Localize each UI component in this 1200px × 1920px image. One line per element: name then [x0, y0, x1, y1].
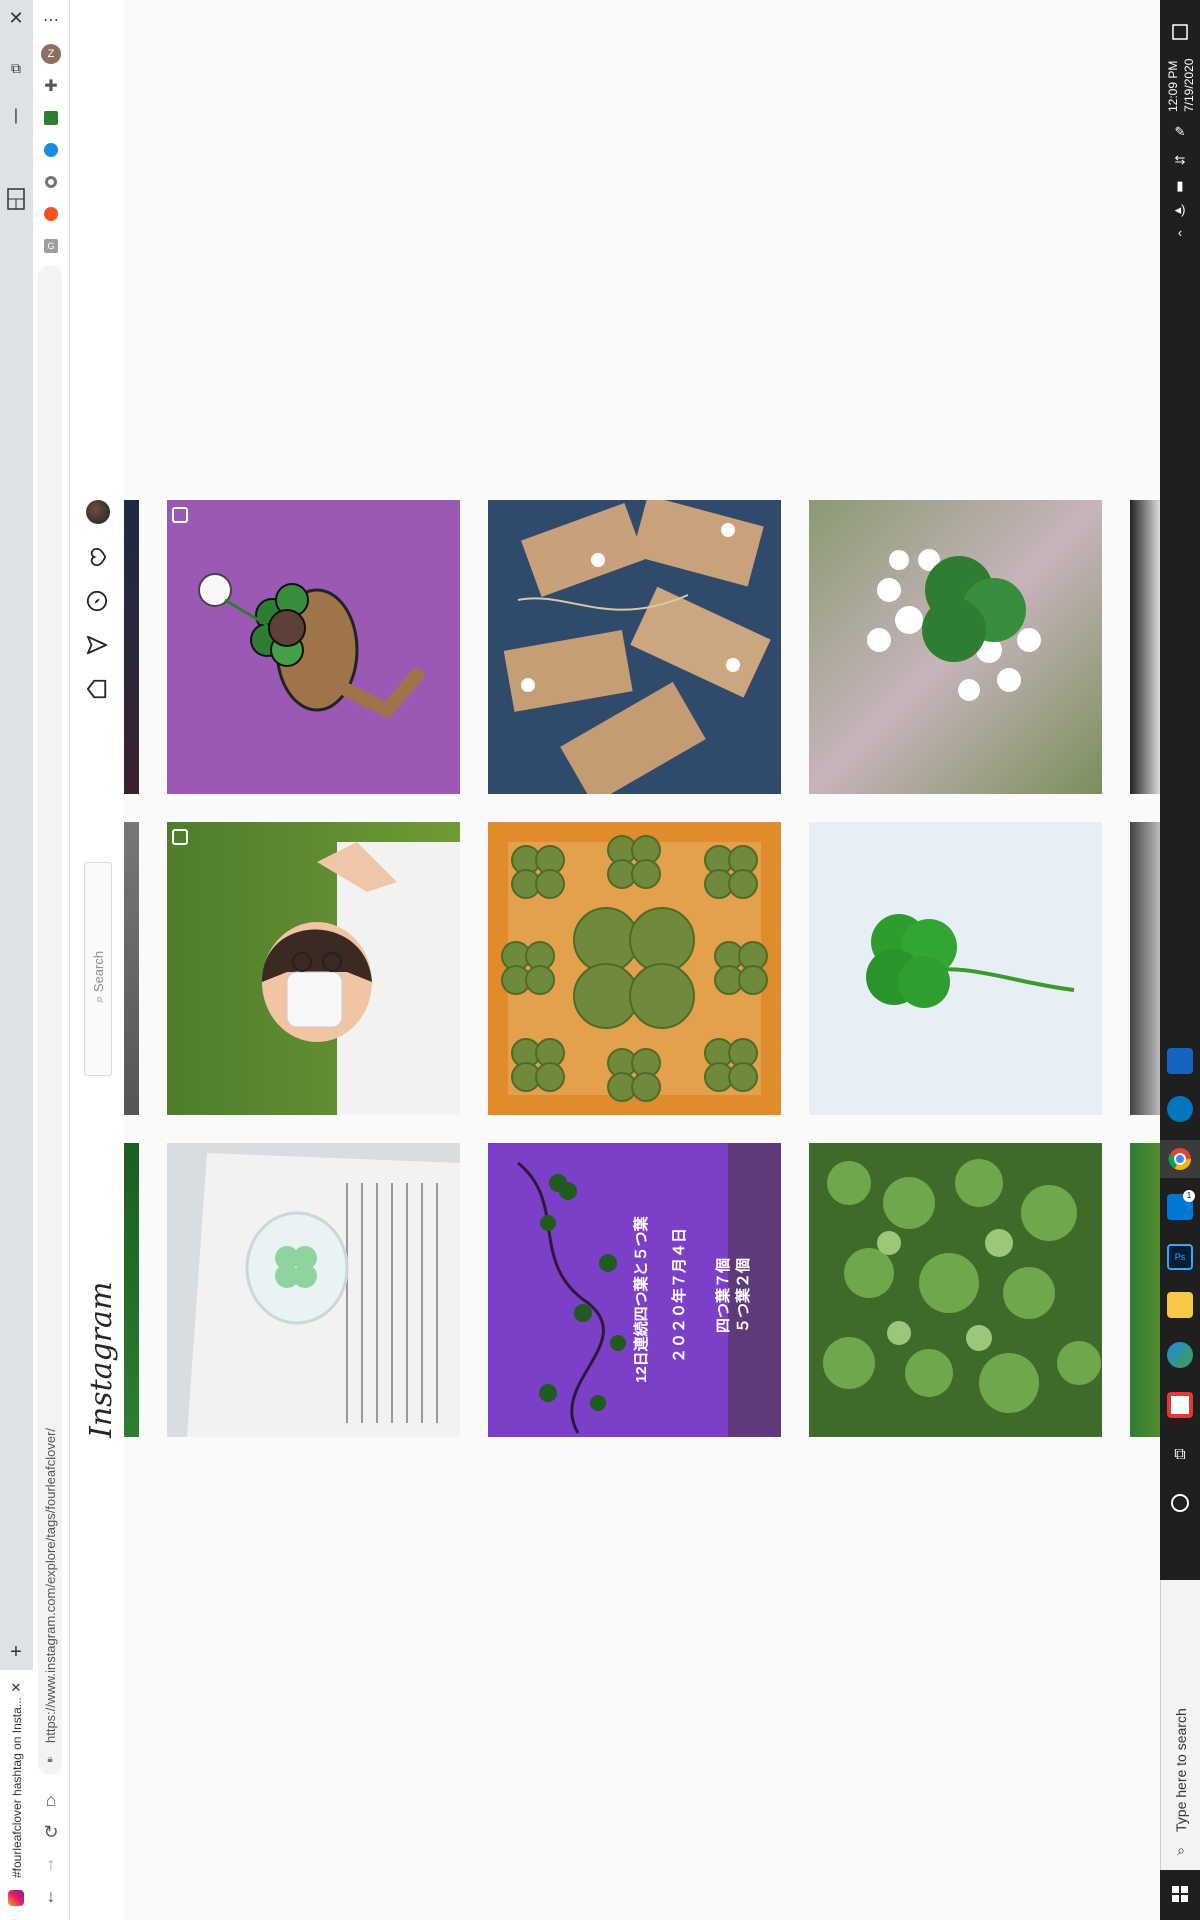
notifications-icon[interactable] [1168, 20, 1192, 44]
explore-grid: 12日連続四つ葉と５つ葉 ２０２０年７月４日 四つ葉７個 ５つ葉２個 [124, 0, 1160, 1920]
taskbar-app-photoshop-icon[interactable]: Ps [1167, 1244, 1193, 1270]
search-placeholder: ⌕ Search [91, 950, 106, 1003]
direct-send-icon[interactable] [84, 632, 110, 658]
clock-time[interactable]: 12:09 PM [1166, 61, 1180, 112]
extension-g-icon[interactable]: G [41, 236, 61, 256]
task-view-icon[interactable]: ⧉ [1167, 1442, 1193, 1468]
taskbar-app-calendar-icon[interactable] [1167, 1048, 1193, 1074]
minimize-window-icon[interactable]: | [4, 104, 28, 128]
instagram-favicon [8, 1890, 24, 1906]
multi-photo-icon [172, 507, 188, 523]
address-url[interactable]: https://www.instagram.com/explore/tags/f… [43, 1428, 58, 1743]
extension-blue-icon[interactable] [41, 140, 61, 160]
post-overlay-text-4: ５つ葉２個 [735, 1257, 752, 1333]
multi-photo-icon [172, 829, 188, 845]
window-layout-icon[interactable] [3, 186, 29, 212]
windows-taskbar: 12:09 PM 7/19/2020 ✎ ⇆ ▮ ◂) ‹ 1 Ps ⧉ Typ… [1160, 0, 1200, 1920]
more-menu-icon[interactable]: ⋯ [39, 8, 63, 32]
extension-grey-icon[interactable] [41, 172, 61, 192]
pen-icon[interactable]: ✎ [1170, 122, 1190, 142]
partial-post-tile[interactable] [124, 1143, 139, 1437]
search-icon: ⌕ [1177, 1841, 1185, 1858]
restore-window-icon[interactable]: ⧉ [4, 56, 28, 80]
extensions-puzzle-icon[interactable]: ✚ [41, 76, 61, 96]
post-tile-kraft-gift-tags[interactable] [488, 500, 781, 794]
taskbar-app-chrome-icon[interactable] [1160, 1140, 1200, 1178]
post-overlay-text-3: 四つ葉７個 [715, 1257, 732, 1333]
instagram-logo[interactable]: Instagram [84, 1282, 119, 1438]
outlook-badge: 1 [1183, 1190, 1195, 1202]
partial-post-tile[interactable] [1130, 1143, 1160, 1437]
network-icon[interactable]: ⇆ [1170, 150, 1190, 170]
post-overlay-text-1: 12日連続四つ葉と５つ葉 [633, 1216, 650, 1383]
taskbar-app-file-explorer-icon[interactable] [1167, 1292, 1193, 1318]
close-window-icon[interactable]: ✕ [4, 6, 28, 30]
forward-icon[interactable]: ↑ [39, 1852, 63, 1876]
home-nav-icon[interactable] [84, 676, 110, 702]
windows-start-icon[interactable] [1168, 1882, 1192, 1906]
taskbar-app-network-icon[interactable] [1167, 1096, 1193, 1122]
extension-orange-icon[interactable] [41, 204, 61, 224]
post-overlay-text-2: ２０２０年７月４日 [671, 1227, 688, 1363]
partial-post-tile[interactable] [1130, 822, 1160, 1115]
show-hidden-icons-chevron-icon[interactable]: ‹ [1170, 222, 1190, 242]
taskbar-search-placeholder: Type here to search [1173, 1708, 1189, 1832]
extension-chart-icon[interactable] [41, 108, 61, 128]
new-tab-icon[interactable]: + [4, 1640, 28, 1664]
cortana-circle-icon[interactable] [1167, 1490, 1193, 1516]
post-tile-clover-patch[interactable] [809, 1143, 1102, 1437]
post-tile-white-flower-clover[interactable] [809, 500, 1102, 794]
active-tab[interactable]: ✕ #fourleafclover hashtag on Insta... [0, 1670, 33, 1920]
profile-avatar[interactable]: Z [41, 44, 61, 64]
taskbar-search-box[interactable]: Type here to search ⌕ [1160, 1580, 1200, 1870]
post-tile-single-four-leaf-clover[interactable] [809, 822, 1102, 1115]
partial-post-tile[interactable] [124, 822, 139, 1115]
browser-tab-strip: ✕ ⧉ | + ✕ #fourleafclover hashtag on Ins… [0, 0, 33, 1920]
address-bar[interactable]: 🔒︎ https://www.instagram.com/explore/tag… [38, 265, 62, 1775]
activity-heart-icon[interactable] [84, 544, 110, 570]
post-tile-notebook-clovers-japanese[interactable]: 12日連続四つ葉と５つ葉 ２０２０年７月４日 四つ葉７個 ５つ葉２個 [488, 1143, 781, 1437]
taskbar-app-edge-icon[interactable] [1167, 1342, 1193, 1368]
instagram-search-input[interactable]: ⌕ Search [84, 862, 112, 1076]
home-icon[interactable]: ⌂ [39, 1788, 63, 1812]
partial-post-tile[interactable] [1130, 500, 1160, 794]
back-icon[interactable]: ↓ [39, 1884, 63, 1908]
lock-icon: 🔒︎ [47, 1753, 53, 1765]
post-tile-origami-clovers[interactable] [488, 822, 781, 1115]
volume-icon[interactable]: ◂) [1170, 200, 1190, 220]
taskbar-app-outlook-icon[interactable]: 1 [1167, 1190, 1195, 1220]
post-tile-purple-clover-character[interactable] [167, 500, 460, 794]
tab-title: #fourleafclover hashtag on Insta... [10, 1697, 24, 1878]
profile-avatar-nav[interactable] [86, 500, 110, 524]
reload-icon[interactable]: ↻ [39, 1820, 63, 1844]
post-tile-resin-clover-book[interactable] [167, 1143, 460, 1437]
partial-post-tile[interactable] [124, 500, 139, 794]
clock-date[interactable]: 7/19/2020 [1182, 59, 1196, 112]
post-tile-masked-person-grass[interactable] [167, 822, 460, 1115]
taskbar-app-store-icon[interactable] [1167, 1392, 1193, 1418]
battery-icon[interactable]: ▮ [1170, 176, 1190, 196]
explore-compass-icon[interactable] [84, 588, 110, 614]
